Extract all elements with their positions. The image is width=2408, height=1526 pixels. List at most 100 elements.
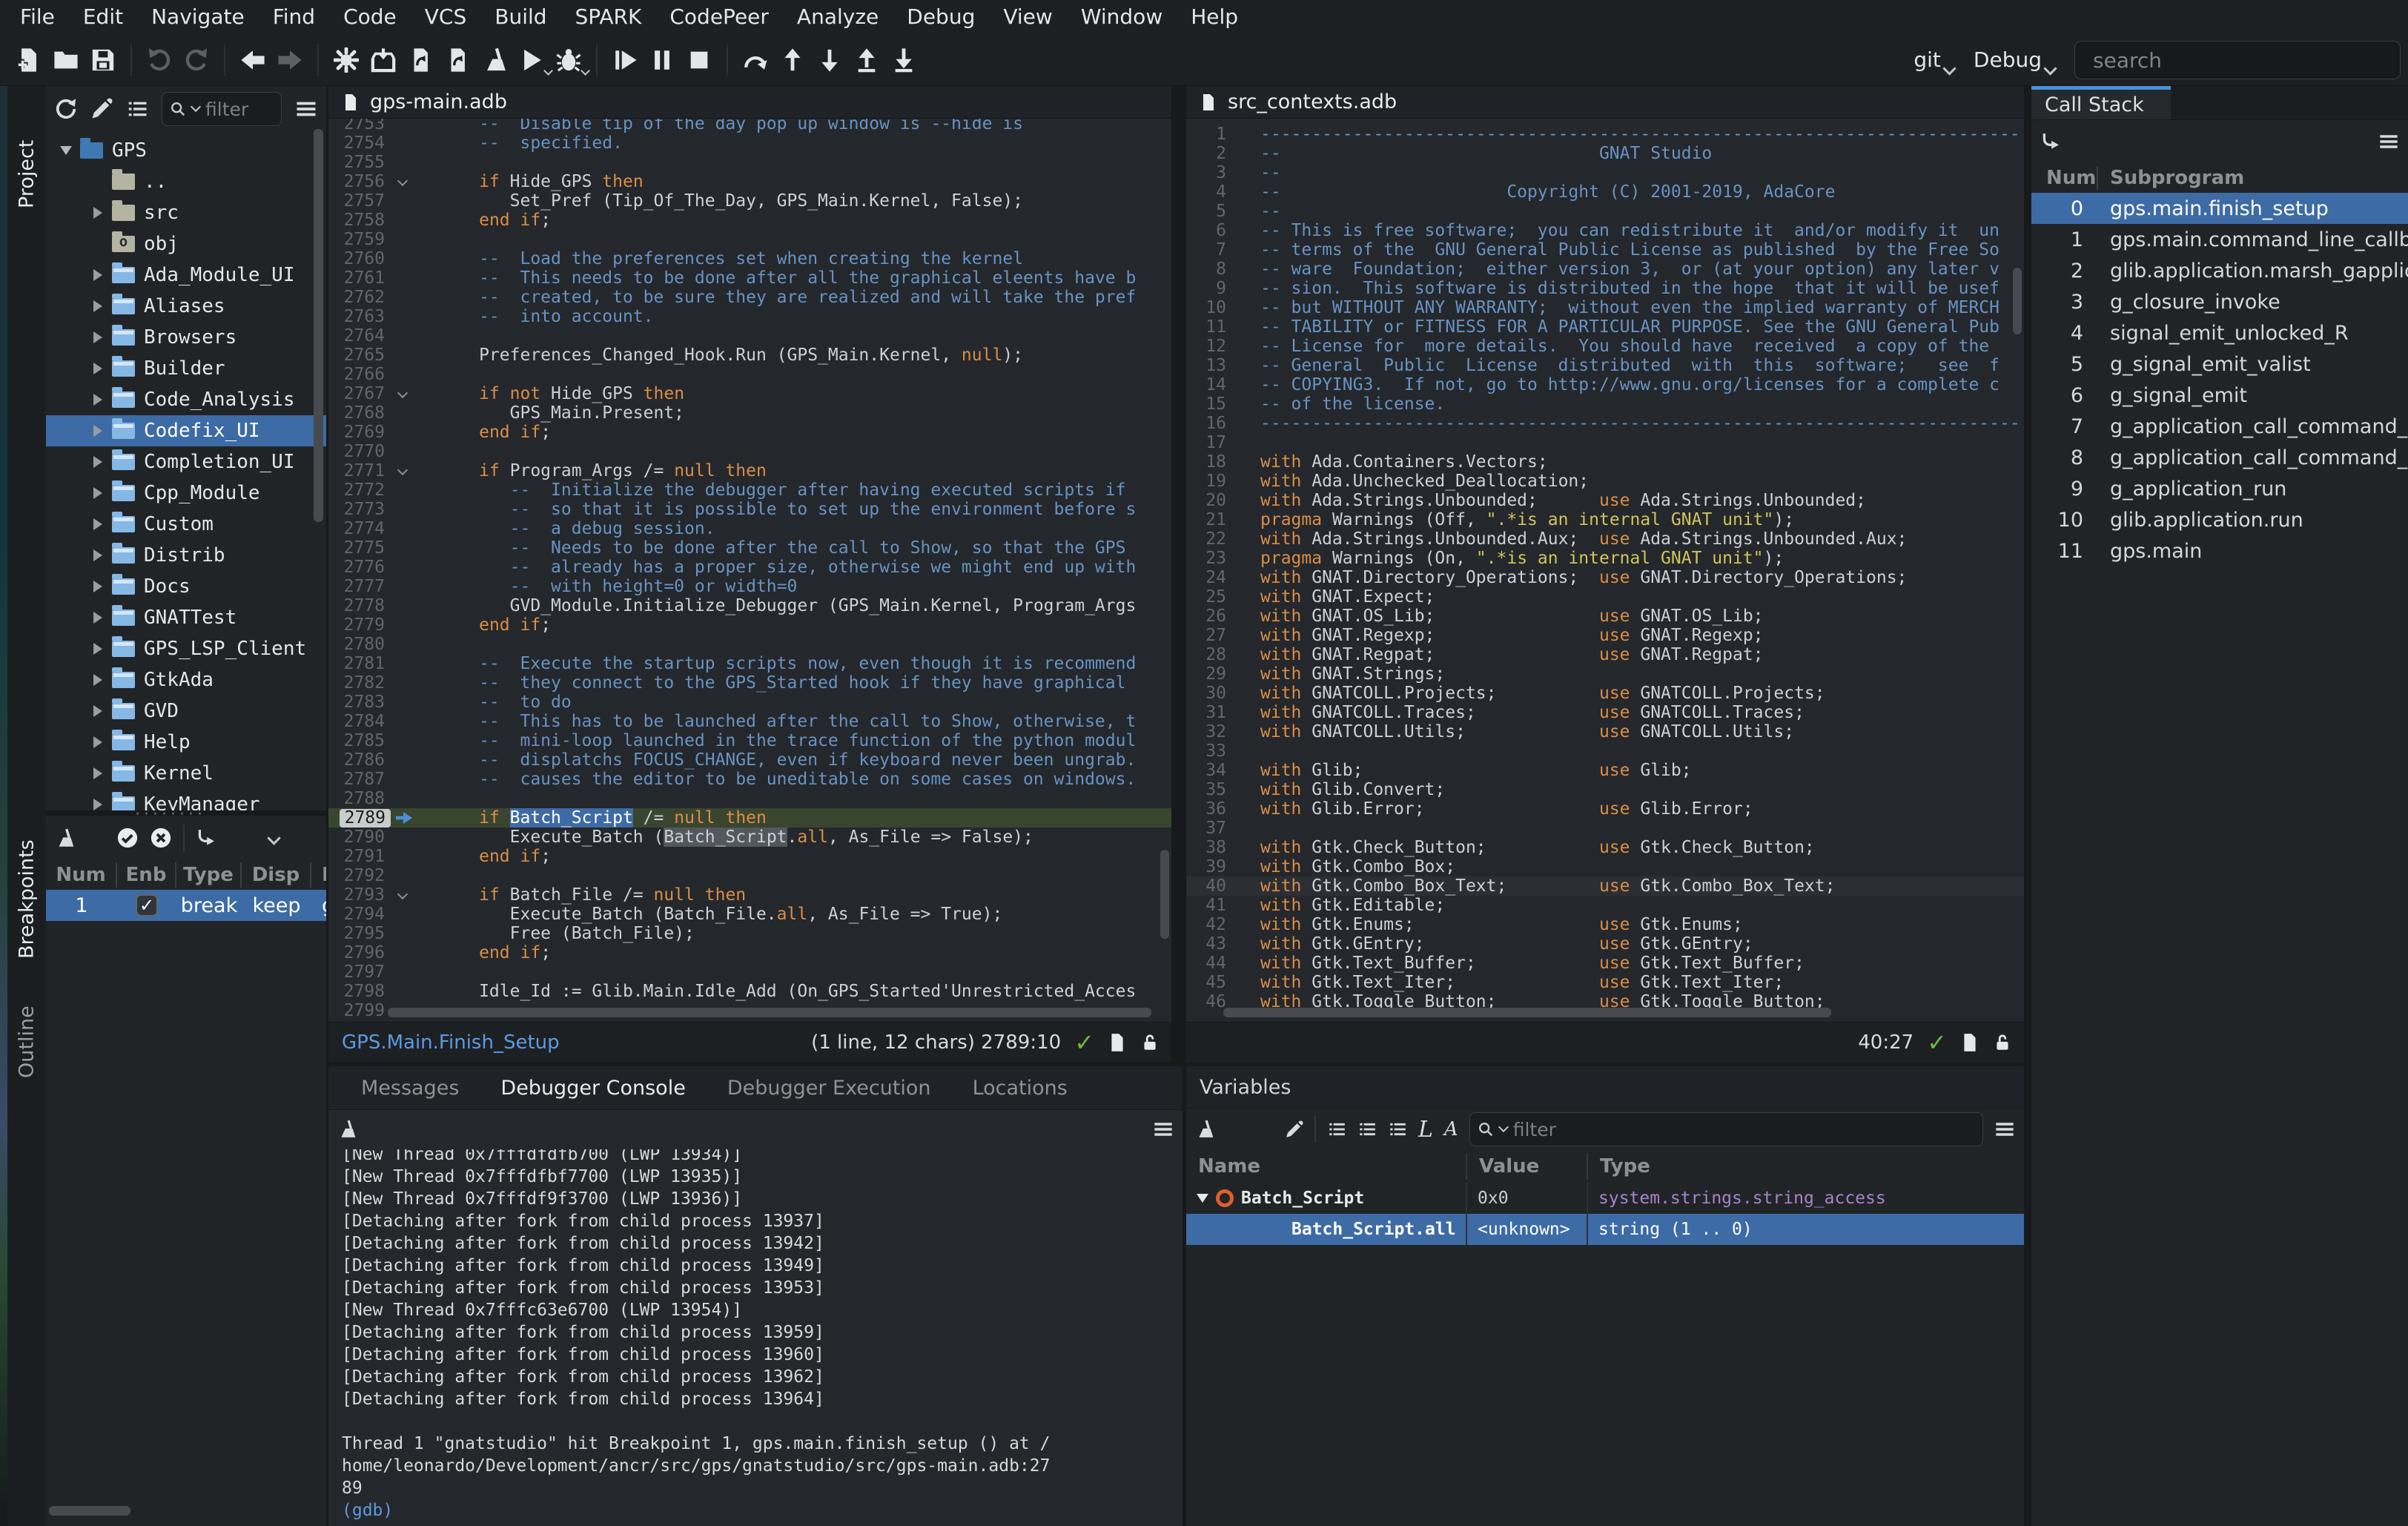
code-line[interactable]: 2766: [328, 365, 1171, 384]
tab-messages[interactable]: Messages: [340, 1066, 480, 1109]
code-line[interactable]: 2772 -- Initialize the debugger after ha…: [328, 480, 1171, 500]
tab-locations[interactable]: Locations: [952, 1066, 1088, 1109]
callstack-frame[interactable]: 2 glib.application.marsh_gapplica: [2031, 255, 2408, 286]
stop-button[interactable]: [681, 42, 718, 79]
sidebar-tab-project[interactable]: Project: [7, 96, 46, 252]
compile-file-alt-button[interactable]: [439, 42, 476, 79]
code-line[interactable]: 2788: [328, 789, 1171, 808]
code-line[interactable]: 2759: [328, 230, 1171, 249]
code-line[interactable]: 2767 if not Hide_GPS then: [328, 384, 1171, 403]
variables-filter-input[interactable]: filter: [1469, 1112, 1983, 1146]
code-line[interactable]: 2779 end if;: [328, 615, 1171, 635]
code-line[interactable]: 2775 -- Needs to be done after the call …: [328, 538, 1171, 558]
breakpoint-enabled-checkbox[interactable]: ✓: [136, 894, 158, 916]
build-all-button[interactable]: [328, 42, 365, 79]
code-line[interactable]: 45 with Gtk.Text_Iter; use Gtk.Text_Iter;: [1186, 973, 2024, 992]
code-line[interactable]: 33: [1186, 741, 2024, 761]
expander-icon[interactable]: [87, 799, 109, 810]
tree-item-codefix_ui[interactable]: Codefix_UI: [46, 415, 326, 446]
clean-icon[interactable]: [55, 828, 75, 848]
code-line[interactable]: 2793 if Batch_File /= null then: [328, 885, 1171, 905]
expander-icon[interactable]: [87, 549, 109, 561]
code-line[interactable]: 29 with GNAT.Strings;: [1186, 664, 2024, 684]
code-line[interactable]: 2790 Execute_Batch (Batch_Script.all, As…: [328, 828, 1171, 847]
expander-icon[interactable]: [87, 331, 109, 343]
disable-breakpoint-icon[interactable]: [150, 827, 172, 849]
code-line[interactable]: 2761 -- This needs to be done after all …: [328, 268, 1171, 288]
current-subprogram-link[interactable]: GPS.Main.Finish_Setup: [342, 1031, 560, 1054]
tree-item-..[interactable]: ..: [46, 166, 326, 197]
tree-item-gnattest[interactable]: GNATTest: [46, 602, 326, 633]
editor2-vscrollbar[interactable]: [2013, 268, 2022, 334]
panel-menu-icon[interactable]: [295, 98, 317, 120]
code-line[interactable]: 2762 -- created, to be sure they are rea…: [328, 288, 1171, 307]
code-line[interactable]: 21 pragma Warnings (Off, ".*is an interna…: [1186, 510, 2024, 529]
expander-icon[interactable]: [55, 146, 77, 155]
sidebar-tab-breakpoints[interactable]: Breakpoints: [7, 834, 46, 964]
tree-item-gps[interactable]: GPS: [46, 135, 326, 166]
step-up-button[interactable]: [774, 42, 811, 79]
menu-item-window[interactable]: Window: [1067, 0, 1177, 34]
code-line[interactable]: 2777 -- with height=0 or width=0: [328, 577, 1171, 596]
global-search-input[interactable]: [2074, 41, 2401, 79]
code-line[interactable]: 14 -- COPYING3. If not, go to http://www.…: [1186, 375, 2024, 394]
code-line[interactable]: 6 -- This is free software; you can redis…: [1186, 221, 2024, 240]
new-file-button[interactable]: [10, 42, 47, 79]
code-line[interactable]: 15 -- of the license.: [1186, 394, 2024, 414]
expander-icon[interactable]: [87, 518, 109, 530]
menu-item-view[interactable]: View: [989, 0, 1066, 34]
lock-icon[interactable]: [1140, 1033, 1160, 1052]
debug-mode-button[interactable]: Debug: [1974, 47, 2057, 76]
editor-tab-gps-main[interactable]: gps-main.adb: [328, 86, 1171, 119]
menu-item-navigate[interactable]: Navigate: [137, 0, 259, 34]
finish-down-button[interactable]: [885, 42, 922, 79]
arguments-icon[interactable]: A: [1444, 1118, 1458, 1140]
code-line[interactable]: 2754 -- specified.: [328, 133, 1171, 153]
expander-icon[interactable]: [87, 643, 109, 655]
code-line[interactable]: 2797: [328, 962, 1171, 982]
menu-item-file[interactable]: File: [6, 0, 69, 34]
code-line[interactable]: 2758 end if;: [328, 211, 1171, 230]
remove-variable-icon[interactable]: [1255, 1120, 1274, 1139]
panel-menu-icon[interactable]: [1994, 1119, 2015, 1140]
callstack-frame[interactable]: 11 gps.main: [2031, 535, 2408, 567]
expander-icon[interactable]: [87, 394, 109, 406]
expander-icon[interactable]: [87, 425, 109, 437]
menu-item-vcs[interactable]: VCS: [411, 0, 480, 34]
code-area-src-contexts[interactable]: 1 ---------------------------------------…: [1186, 119, 2024, 1022]
code-line[interactable]: 2760 -- Load the preferences set when cr…: [328, 249, 1171, 268]
code-line[interactable]: 2753 -- Disable tip of the day pop up wi…: [328, 119, 1171, 133]
callstack-frame[interactable]: 5 g_signal_emit_valist: [2031, 349, 2408, 380]
code-line[interactable]: 2756 if Hide_GPS then: [328, 172, 1171, 191]
tree-item-obj[interactable]: obj: [46, 228, 326, 260]
step-down-button[interactable]: [811, 42, 848, 79]
code-line[interactable]: 2755: [328, 153, 1171, 172]
clean-button[interactable]: [476, 42, 513, 79]
vcs-git-button[interactable]: git: [1914, 47, 1956, 76]
chevron-down-icon[interactable]: [267, 830, 281, 845]
menu-item-codepeer[interactable]: CodePeer: [655, 0, 783, 34]
nav-back-button[interactable]: [234, 42, 271, 79]
menu-item-spark[interactable]: SPARK: [561, 0, 656, 34]
sidebar-tab-outline[interactable]: Outline: [7, 997, 46, 1086]
panel-menu-icon[interactable]: [1153, 1119, 1174, 1140]
code-line[interactable]: 31 with GNATCOLL.Traces; use GNATCOLL.Tra…: [1186, 703, 2024, 722]
code-line[interactable]: 26 with GNAT.OS_Lib; use GNAT.OS_Lib;: [1186, 607, 2024, 626]
fold-toggle-icon[interactable]: [392, 885, 417, 905]
variable-row[interactable]: Batch_Script.all <unknown> string (1 .. …: [1186, 1214, 2024, 1245]
code-line[interactable]: 2 -- GNAT Studio: [1186, 144, 2024, 163]
menu-item-build[interactable]: Build: [480, 0, 560, 34]
local-variables-icon[interactable]: L: [1418, 1117, 1433, 1143]
code-line[interactable]: 2771 if Program_Args /= null then: [328, 461, 1171, 480]
remove-breakpoint-icon[interactable]: [86, 828, 105, 848]
menu-item-edit[interactable]: Edit: [69, 0, 137, 34]
code-line[interactable]: 2791 end if;: [328, 847, 1171, 866]
tree-item-gps_lsp_client[interactable]: GPS_LSP_Client: [46, 633, 326, 664]
menu-item-code[interactable]: Code: [329, 0, 411, 34]
menu-item-analyze[interactable]: Analyze: [783, 0, 893, 34]
code-line[interactable]: 2757 Set_Pref (Tip_Of_The_Day, GPS_Main.…: [328, 191, 1171, 211]
expander-icon[interactable]: [87, 674, 109, 686]
fold-toggle-icon[interactable]: [392, 461, 417, 480]
continue-button[interactable]: [606, 42, 644, 79]
expander-icon[interactable]: [87, 456, 109, 468]
